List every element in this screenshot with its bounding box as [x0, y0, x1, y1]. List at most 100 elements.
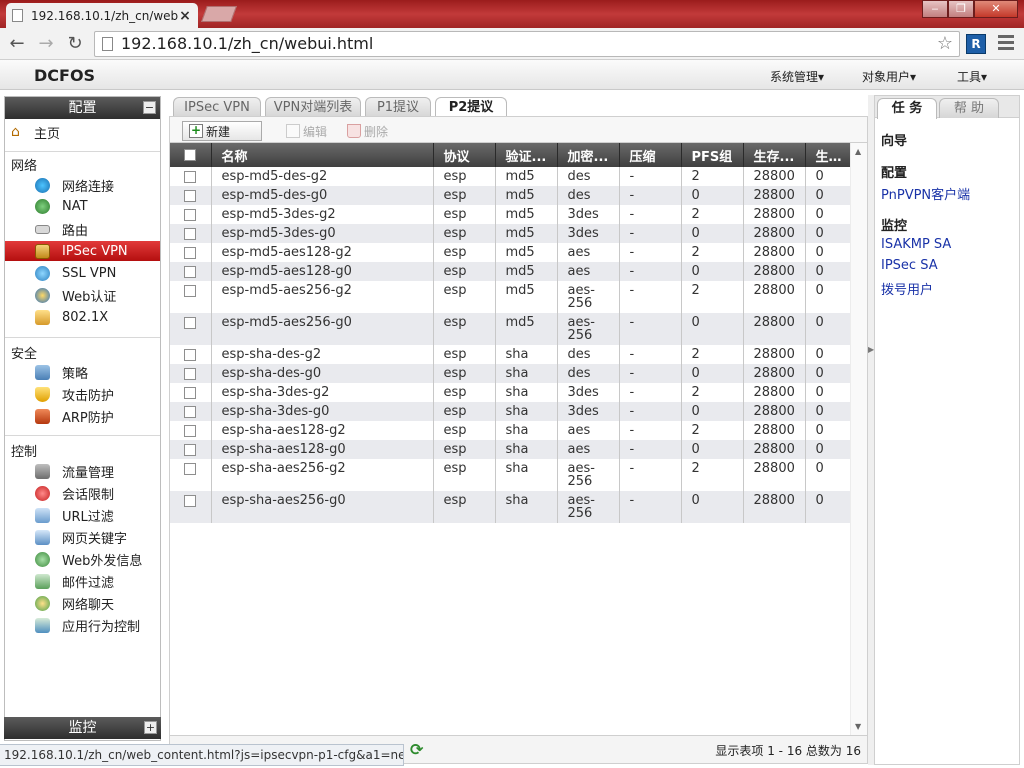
- table-row[interactable]: esp-md5-3des-g2 esp md5 3des -2 28800 0: [170, 205, 851, 224]
- row-checkbox[interactable]: [184, 494, 197, 507]
- sidebar-monitor-header[interactable]: 监控 +: [4, 717, 161, 739]
- row-checkbox[interactable]: [184, 316, 197, 329]
- row-checkbox[interactable]: [184, 170, 197, 183]
- scroll-down-icon[interactable]: ▼: [855, 722, 861, 731]
- sidebar-item-traffic-management[interactable]: 流量管理: [5, 461, 160, 481]
- tab-vpn-peer-list[interactable]: VPN对端列表: [265, 97, 361, 117]
- sidebar-item-url-filter[interactable]: URL过滤: [5, 505, 160, 525]
- sidebar-item-mail-filter[interactable]: 邮件过滤: [5, 571, 160, 591]
- link-dialup-users[interactable]: 拨号用户: [881, 279, 933, 298]
- column-header-name[interactable]: 名称: [211, 143, 434, 167]
- row-checkbox[interactable]: [184, 405, 197, 418]
- sidebar-item-8021x[interactable]: 802.1X: [5, 307, 160, 327]
- column-header-pfs[interactable]: PFS组: [681, 143, 744, 167]
- row-checkbox[interactable]: [184, 424, 197, 437]
- table-row[interactable]: esp-sha-aes128-g0 esp sha aes -0 28800 0: [170, 440, 851, 459]
- link-ipsec-sa[interactable]: IPSec SA: [881, 258, 938, 273]
- row-checkbox[interactable]: [184, 348, 197, 361]
- row-checkbox[interactable]: [184, 443, 197, 456]
- sidebar-item-attack-defense[interactable]: 攻击防护: [5, 384, 160, 404]
- task-panel: 任 务 帮 助 向导 配置 PnPVPN客户端 监控 ISAKMP SA IPS…: [874, 95, 1020, 765]
- sidebar-item-ipsec-vpn[interactable]: IPSec VPN: [5, 241, 160, 261]
- tab-ipsec-vpn[interactable]: IPSec VPN: [173, 97, 261, 117]
- address-bar[interactable]: 192.168.10.1/zh_cn/webui.html ☆: [94, 31, 960, 57]
- close-icon[interactable]: ×: [178, 8, 192, 24]
- scroll-up-icon[interactable]: ▲: [855, 147, 861, 156]
- minimize-button[interactable]: ‒: [922, 0, 948, 18]
- new-button[interactable]: + 新建: [182, 121, 262, 141]
- cell-compression: -: [619, 421, 682, 440]
- row-checkbox[interactable]: [184, 208, 197, 221]
- sidebar-item-session-limit[interactable]: 会话限制: [5, 483, 160, 503]
- row-checkbox[interactable]: [184, 367, 197, 380]
- refresh-icon[interactable]: ⟳: [410, 740, 428, 759]
- window-close-button[interactable]: ✕: [974, 0, 1018, 18]
- edit-button[interactable]: 编辑: [286, 121, 327, 141]
- table-row[interactable]: esp-sha-des-g2 esp sha des -2 28800 0: [170, 345, 851, 364]
- table-row[interactable]: esp-md5-3des-g0 esp md5 3des -0 28800 0: [170, 224, 851, 243]
- link-pnpvpn-client[interactable]: PnPVPN客户端: [881, 184, 970, 203]
- tab-tasks[interactable]: 任 务: [877, 98, 937, 119]
- row-checkbox[interactable]: [184, 284, 197, 297]
- table-row[interactable]: esp-md5-des-g2 esp md5 des -2 28800 0: [170, 167, 851, 186]
- row-checkbox[interactable]: [184, 462, 197, 475]
- sidebar-item-web-keyword[interactable]: 网页关键字: [5, 527, 160, 547]
- collapse-icon[interactable]: −: [143, 101, 156, 114]
- tab-help[interactable]: 帮 助: [939, 98, 999, 118]
- sidebar-item-web-auth[interactable]: Web认证: [5, 285, 160, 305]
- table-row[interactable]: esp-sha-3des-g0 esp sha 3des -0 28800 0: [170, 402, 851, 421]
- column-header-protocol[interactable]: 协议: [433, 143, 496, 167]
- sidebar-item-nat[interactable]: NAT: [5, 196, 160, 216]
- table-row[interactable]: esp-sha-aes256-g2 esp sha aes- 256-2 28800 0: [170, 459, 851, 491]
- table-row[interactable]: esp-md5-aes256-g0 esp md5 aes- 256-0 28800 0: [170, 313, 851, 345]
- table-row[interactable]: esp-md5-aes128-g0 esp md5 aes -0 28800 0: [170, 262, 851, 281]
- select-all-checkbox[interactable]: [184, 149, 197, 161]
- cell-lifetime-kb: 0: [805, 186, 851, 205]
- sidebar-item-home[interactable]: ⌂ 主页: [11, 123, 60, 143]
- sidebar-item-im[interactable]: 网络聊天: [5, 593, 160, 613]
- link-isakmp-sa[interactable]: ISAKMP SA: [881, 237, 951, 252]
- table-row[interactable]: esp-md5-aes128-g2 esp md5 aes -2 28800 0: [170, 243, 851, 262]
- row-checkbox[interactable]: [184, 227, 197, 240]
- row-checkbox[interactable]: [184, 386, 197, 399]
- table-row[interactable]: esp-sha-aes256-g0 esp sha aes- 256-0 28800 0: [170, 491, 851, 523]
- bookmark-star-icon[interactable]: ☆: [937, 32, 953, 56]
- delete-button[interactable]: 删除: [347, 121, 388, 141]
- table-row[interactable]: esp-sha-3des-g2 esp sha 3des -2 28800 0: [170, 383, 851, 402]
- sidebar-item-ssl-vpn[interactable]: SSL VPN: [5, 263, 160, 283]
- tab-p1-proposal[interactable]: P1提议: [365, 97, 431, 117]
- sidebar-item-policy[interactable]: 策略: [5, 362, 160, 382]
- column-header-lifetime-kb[interactable]: 生存...: [805, 143, 851, 167]
- tab-p2-proposal[interactable]: P2提议: [435, 97, 507, 118]
- forward-arrow-icon[interactable]: →: [35, 34, 57, 54]
- back-arrow-icon[interactable]: ←: [6, 34, 28, 54]
- menu-system-management[interactable]: 系统管理▾: [770, 68, 824, 85]
- column-header-compression[interactable]: 压缩: [619, 143, 682, 167]
- row-checkbox[interactable]: [184, 246, 197, 259]
- browser-menu-icon[interactable]: [998, 35, 1014, 51]
- column-header-auth[interactable]: 验证...: [495, 143, 558, 167]
- table-row[interactable]: esp-sha-aes128-g2 esp sha aes -2 28800 0: [170, 421, 851, 440]
- column-header-encryption[interactable]: 加密...: [557, 143, 620, 167]
- row-checkbox[interactable]: [184, 265, 197, 278]
- expand-icon[interactable]: +: [144, 721, 157, 734]
- sidebar-item-arp-defense[interactable]: ARP防护: [5, 406, 160, 426]
- table-row[interactable]: esp-sha-des-g0 esp sha des -0 28800 0: [170, 364, 851, 383]
- vertical-scrollbar[interactable]: ▲ ▼: [850, 143, 867, 735]
- table-row[interactable]: esp-md5-aes256-g2 esp md5 aes- 256-2 28800 0: [170, 281, 851, 313]
- menu-tools[interactable]: 工具▾: [957, 68, 987, 85]
- sidebar-item-routing[interactable]: 路由: [5, 219, 160, 239]
- menu-object-user[interactable]: 对象用户▾: [862, 68, 916, 85]
- column-header-lifetime-sec[interactable]: 生存...: [743, 143, 806, 167]
- reload-icon[interactable]: ↻: [64, 34, 86, 54]
- sidebar-item-network-connection[interactable]: 网络连接: [5, 175, 160, 195]
- browser-tab[interactable]: 192.168.10.1/zh_cn/web ×: [6, 3, 198, 28]
- row-checkbox[interactable]: [184, 189, 197, 202]
- sidebar-item-web-outbound[interactable]: Web外发信息: [5, 549, 160, 569]
- new-tab-button[interactable]: [201, 6, 237, 22]
- cell-pfs: 0: [681, 402, 744, 421]
- extension-icon[interactable]: R: [966, 34, 986, 54]
- sidebar-item-app-control[interactable]: 应用行为控制: [5, 615, 160, 635]
- table-row[interactable]: esp-md5-des-g0 esp md5 des -0 28800 0: [170, 186, 851, 205]
- maximize-button[interactable]: ❐: [948, 0, 974, 18]
